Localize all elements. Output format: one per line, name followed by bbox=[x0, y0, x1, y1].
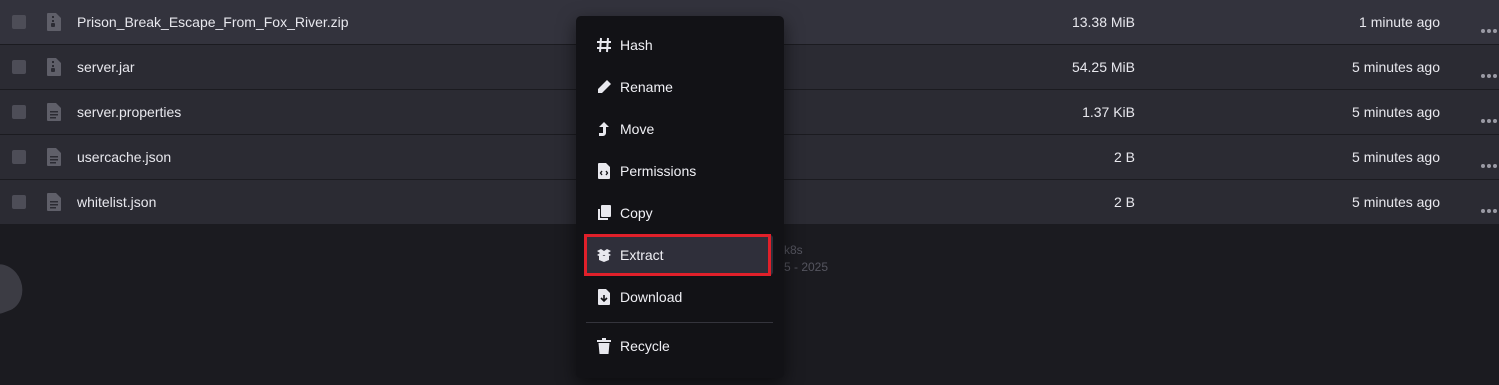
more-options-icon[interactable] bbox=[1481, 155, 1499, 168]
file-size: 13.38 MiB bbox=[1071, 14, 1135, 30]
menu-item-extract[interactable]: Extract bbox=[586, 235, 773, 275]
more-options-icon[interactable] bbox=[1481, 65, 1499, 78]
menu-item-label: Extract bbox=[620, 247, 664, 263]
file-archive-icon bbox=[47, 58, 61, 76]
file-size: 2 B bbox=[1113, 149, 1135, 165]
file-modified: 5 minutes ago bbox=[1352, 194, 1440, 210]
menu-item-label: Download bbox=[620, 289, 683, 305]
menu-item-hash[interactable]: Hash bbox=[586, 25, 773, 65]
menu-item-copy[interactable]: Copy bbox=[586, 193, 773, 233]
file-name[interactable]: usercache.json bbox=[77, 149, 171, 165]
menu-item-label: Recycle bbox=[620, 338, 670, 354]
file-name[interactable]: server.properties bbox=[77, 104, 181, 120]
file-size: 54.25 MiB bbox=[1071, 59, 1135, 75]
menu-item-label: Permissions bbox=[620, 163, 697, 179]
menu-item-recycle[interactable]: Recycle bbox=[586, 326, 773, 366]
file-text-icon bbox=[47, 193, 61, 211]
file-name[interactable]: Prison_Break_Escape_From_Fox_River.zip bbox=[77, 14, 349, 30]
hash-icon bbox=[597, 37, 611, 53]
file-archive-icon bbox=[47, 13, 61, 31]
more-options-icon[interactable] bbox=[1481, 200, 1499, 213]
file-modified: 5 minutes ago bbox=[1352, 59, 1440, 75]
menu-item-label: Rename bbox=[620, 79, 673, 95]
menu-item-permissions[interactable]: Permissions bbox=[586, 151, 773, 191]
move-arrow-icon bbox=[599, 122, 609, 136]
pencil-icon bbox=[598, 80, 611, 93]
file-size: 1.37 KiB bbox=[1082, 104, 1135, 120]
copy-icon bbox=[598, 205, 611, 220]
menu-item-label: Move bbox=[620, 121, 655, 137]
menu-item-label: Copy bbox=[620, 205, 653, 221]
file-name[interactable]: whitelist.json bbox=[77, 194, 156, 210]
menu-item-label: Hash bbox=[620, 37, 653, 53]
menu-item-download[interactable]: Download bbox=[586, 277, 773, 317]
more-options-icon[interactable] bbox=[1481, 110, 1499, 123]
file-size: 2 B bbox=[1113, 194, 1135, 210]
trash-icon bbox=[597, 338, 611, 354]
more-options-icon[interactable] bbox=[1481, 20, 1499, 33]
file-modified: 1 minute ago bbox=[1359, 14, 1440, 30]
file-text-icon bbox=[47, 148, 61, 166]
row-checkbox[interactable] bbox=[12, 150, 26, 164]
row-checkbox[interactable] bbox=[12, 105, 26, 119]
menu-item-rename[interactable]: Rename bbox=[586, 67, 773, 107]
menu-item-move[interactable]: Move bbox=[586, 109, 773, 149]
box-open-icon bbox=[597, 249, 611, 262]
file-code-icon bbox=[598, 163, 610, 179]
row-checkbox[interactable] bbox=[12, 195, 26, 209]
context-menu: Hash Rename Move Permissions Copy Extrac… bbox=[576, 16, 784, 378]
row-checkbox[interactable] bbox=[12, 60, 26, 74]
file-name[interactable]: server.jar bbox=[77, 59, 135, 75]
footer-copyright: 5 - 2025 bbox=[784, 260, 829, 274]
file-modified: 5 minutes ago bbox=[1352, 104, 1440, 120]
file-text-icon bbox=[47, 103, 61, 121]
menu-divider bbox=[586, 322, 773, 323]
file-modified: 5 minutes ago bbox=[1352, 149, 1440, 165]
row-checkbox[interactable] bbox=[12, 15, 26, 29]
footer-text: k8s bbox=[784, 243, 803, 257]
file-download-icon bbox=[598, 289, 610, 305]
